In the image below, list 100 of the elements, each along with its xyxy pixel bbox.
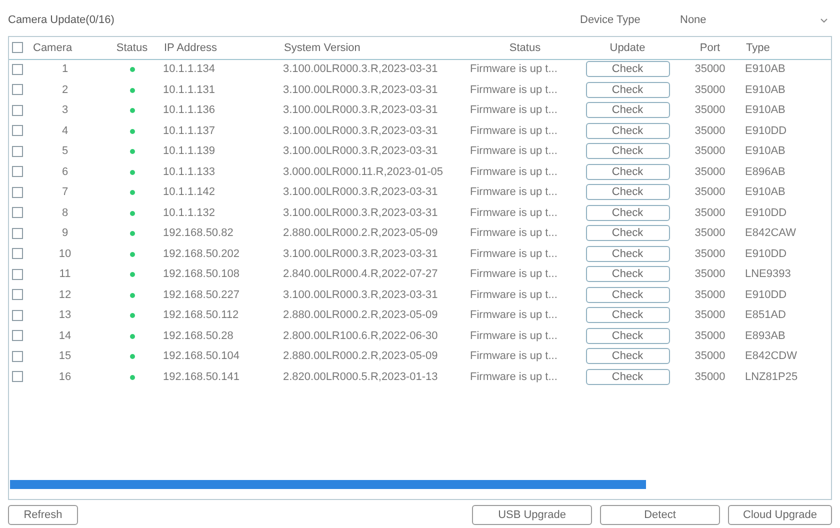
firmware-status: Firmware is up t... bbox=[470, 124, 558, 136]
row-checkbox[interactable] bbox=[12, 289, 23, 300]
row-checkbox[interactable] bbox=[12, 248, 23, 260]
ip-address: 192.168.50.82 bbox=[163, 227, 234, 239]
ip-address: 10.1.1.142 bbox=[163, 186, 215, 198]
check-button[interactable]: Check bbox=[586, 348, 670, 364]
device-model: E910AB bbox=[745, 145, 786, 157]
firmware-status: Firmware is up t... bbox=[470, 330, 558, 342]
device-model: LNZ81P25 bbox=[745, 370, 798, 382]
check-button[interactable]: Check bbox=[586, 122, 670, 138]
select-all-checkbox[interactable] bbox=[12, 42, 23, 54]
device-model: E910AB bbox=[745, 186, 786, 198]
camera-number: 4 bbox=[62, 124, 68, 136]
camera-number: 9 bbox=[62, 227, 68, 239]
horizontal-scrollbar-thumb[interactable] bbox=[10, 480, 646, 489]
row-checkbox[interactable] bbox=[12, 64, 23, 75]
port-number: 35000 bbox=[694, 350, 726, 362]
camera-number: 6 bbox=[62, 166, 68, 178]
dialog-title: Camera Update(0/16) bbox=[8, 12, 114, 28]
ip-address: 192.168.50.112 bbox=[163, 309, 239, 321]
check-button[interactable]: Check bbox=[586, 61, 670, 78]
ip-address: 10.1.1.137 bbox=[163, 124, 215, 136]
camera-number: 15 bbox=[58, 350, 72, 362]
check-button[interactable]: Check bbox=[586, 266, 670, 282]
system-version: 2.880.00LR000.2.R,2023-05-09 bbox=[283, 350, 438, 362]
device-model: E910DD bbox=[745, 288, 787, 300]
system-version: 2.880.00LR000.2.R,2023-05-09 bbox=[283, 227, 438, 239]
cloud-upgrade-button[interactable]: Cloud Upgrade bbox=[728, 505, 832, 525]
column-header: IP Address bbox=[164, 42, 217, 54]
firmware-status: Firmware is up t... bbox=[470, 145, 558, 157]
firmware-status: Firmware is up t... bbox=[470, 186, 558, 198]
device-model: E910AB bbox=[745, 63, 786, 76]
camera-number: 8 bbox=[62, 206, 68, 218]
camera-number: 11 bbox=[59, 268, 71, 280]
check-button[interactable]: Check bbox=[586, 184, 670, 200]
ip-address: 10.1.1.133 bbox=[163, 166, 215, 178]
row-checkbox[interactable] bbox=[12, 84, 23, 96]
port-number: 35000 bbox=[694, 288, 726, 300]
row-checkbox[interactable] bbox=[12, 186, 23, 198]
firmware-status: Firmware is up t... bbox=[470, 104, 558, 116]
row-checkbox[interactable] bbox=[12, 228, 23, 239]
row-checkbox[interactable] bbox=[12, 371, 23, 382]
ip-address: 192.168.50.202 bbox=[163, 248, 240, 260]
row-checkbox[interactable] bbox=[12, 310, 23, 321]
check-button[interactable]: Check bbox=[586, 368, 670, 384]
device-model: E910DD bbox=[745, 206, 787, 218]
check-button[interactable]: Check bbox=[586, 328, 670, 344]
check-button[interactable]: Check bbox=[586, 225, 670, 241]
port-number: 35000 bbox=[694, 124, 726, 136]
device-type-label: Device Type bbox=[580, 12, 642, 28]
check-button[interactable]: Check bbox=[586, 204, 670, 220]
refresh-button[interactable]: Refresh bbox=[8, 505, 78, 525]
camera-number: 12 bbox=[58, 288, 72, 300]
port-number: 35000 bbox=[694, 227, 726, 239]
firmware-status: Firmware is up t... bbox=[470, 227, 558, 239]
port-number: 35000 bbox=[694, 84, 726, 96]
check-button[interactable]: Check bbox=[586, 246, 670, 262]
system-version: 2.800.00LR100.6.R,2022-06-30 bbox=[283, 330, 438, 342]
column-header: Camera bbox=[33, 42, 72, 54]
port-number: 35000 bbox=[694, 166, 726, 178]
port-number: 35000 bbox=[694, 268, 726, 280]
device-model: E910DD bbox=[745, 248, 787, 260]
device-model: E910AB bbox=[745, 104, 786, 116]
device-model: E910AB bbox=[745, 84, 786, 96]
ip-address: 192.168.50.28 bbox=[163, 330, 234, 342]
device-type-dropdown[interactable]: None bbox=[680, 12, 832, 28]
device-model: E851AD bbox=[745, 309, 786, 321]
check-button[interactable]: Check bbox=[586, 307, 670, 323]
firmware-status: Firmware is up t... bbox=[470, 248, 558, 260]
row-checkbox[interactable] bbox=[12, 166, 23, 178]
port-number: 35000 bbox=[694, 186, 726, 198]
check-button[interactable]: Check bbox=[586, 286, 670, 302]
ip-address: 10.1.1.132 bbox=[163, 206, 215, 218]
row-checkbox[interactable] bbox=[12, 146, 23, 157]
check-button[interactable]: Check bbox=[586, 102, 670, 118]
column-header: Type bbox=[746, 42, 770, 54]
ip-address: 10.1.1.139 bbox=[163, 145, 215, 157]
row-checkbox[interactable] bbox=[12, 207, 23, 218]
column-header: Port bbox=[700, 42, 720, 54]
firmware-status: Firmware is up t... bbox=[470, 84, 558, 96]
column-header: Status bbox=[116, 42, 148, 54]
row-checkbox[interactable] bbox=[12, 104, 23, 116]
row-checkbox[interactable] bbox=[12, 330, 23, 342]
port-number: 35000 bbox=[694, 206, 726, 218]
check-button[interactable]: Check bbox=[586, 82, 670, 98]
check-button[interactable]: Check bbox=[586, 164, 670, 180]
port-number: 35000 bbox=[694, 370, 726, 382]
device-model: E896AB bbox=[745, 166, 786, 178]
row-checkbox[interactable] bbox=[12, 350, 23, 362]
camera-number: 5 bbox=[62, 145, 68, 157]
usb-upgrade-button[interactable]: USB Upgrade bbox=[472, 505, 592, 525]
device-model: LNE9393 bbox=[745, 268, 791, 280]
system-version: 3.100.00LR000.3.R,2023-03-31 bbox=[283, 145, 438, 157]
camera-number: 14 bbox=[58, 330, 72, 342]
row-checkbox[interactable] bbox=[12, 268, 23, 280]
check-button[interactable]: Check bbox=[586, 143, 670, 159]
column-header: System Version bbox=[284, 42, 360, 54]
port-number: 35000 bbox=[694, 63, 726, 76]
row-checkbox[interactable] bbox=[12, 125, 23, 136]
detect-button[interactable]: Detect bbox=[600, 505, 720, 525]
